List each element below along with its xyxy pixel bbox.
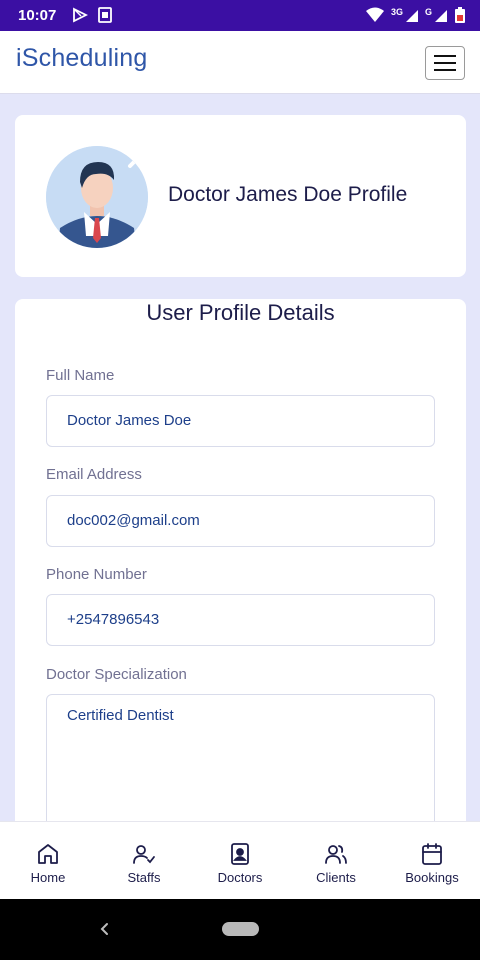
phone-field[interactable]: +2547896543 [46,594,435,646]
calendar-icon [422,843,442,865]
phone-label: Phone Number [46,566,147,583]
network-type-label-2: G [424,7,432,17]
menu-button[interactable] [425,46,465,80]
email-field[interactable]: doc002@gmail.com [46,495,435,547]
signal-icon [435,10,447,22]
email-label: Email Address [46,466,142,483]
full-name-label: Full Name [46,367,115,384]
nav-item-clients[interactable]: Clients [288,822,384,899]
status-system-icons: 3G G [365,6,466,24]
play-store-icon [73,7,88,23]
nav-item-home[interactable]: Home [0,822,96,899]
details-heading: User Profile Details [146,300,335,325]
full-name-field[interactable]: Doctor James Doe [46,395,435,447]
status-time: 10:07 [18,7,57,24]
user-profile-details-card: User Profile Details Full Name Doctor Ja… [15,299,466,859]
hamburger-menu-icon [434,62,456,64]
nav-item-staffs[interactable]: Staffs [96,822,192,899]
home-icon [38,844,58,864]
hamburger-menu-icon [434,69,456,71]
sim-icon [98,7,112,23]
users-icon [325,845,347,864]
status-notification-icons [72,7,112,23]
specialization-label: Doctor Specialization [46,666,187,683]
app-title[interactable]: iScheduling [16,44,147,73]
nav-item-bookings[interactable]: Bookings [384,822,480,899]
back-icon[interactable] [98,919,110,939]
user-check-icon [133,845,155,864]
wifi-icon [365,7,384,22]
home-pill-button[interactable] [222,922,259,936]
app-bar: iScheduling [0,31,480,94]
doctor-avatar-icon[interactable] [46,146,148,248]
system-navigation-bar [0,899,480,960]
nav-item-doctors[interactable]: Doctors [192,822,288,899]
signal-icon [405,10,418,22]
specialization-field[interactable]: Certified Dentist [46,694,435,834]
hamburger-menu-icon [434,55,456,57]
status-bar: 10:07 3G G [0,0,480,31]
bottom-navigation: Home Staffs Doctors Clients Bookings [0,821,480,899]
profile-title: Doctor James Doe Profile [168,183,408,206]
id-badge-icon [231,843,249,865]
battery-icon [455,7,465,23]
nav-label-staffs: Staffs [127,870,161,885]
nav-label-clients: Clients [316,870,356,885]
nav-label-home: Home [30,870,66,885]
nav-label-doctors: Doctors [217,870,263,885]
network-type-label: 3G [390,7,403,17]
profile-card: Doctor James Doe Profile [15,115,466,277]
nav-label-bookings: Bookings [405,870,459,885]
